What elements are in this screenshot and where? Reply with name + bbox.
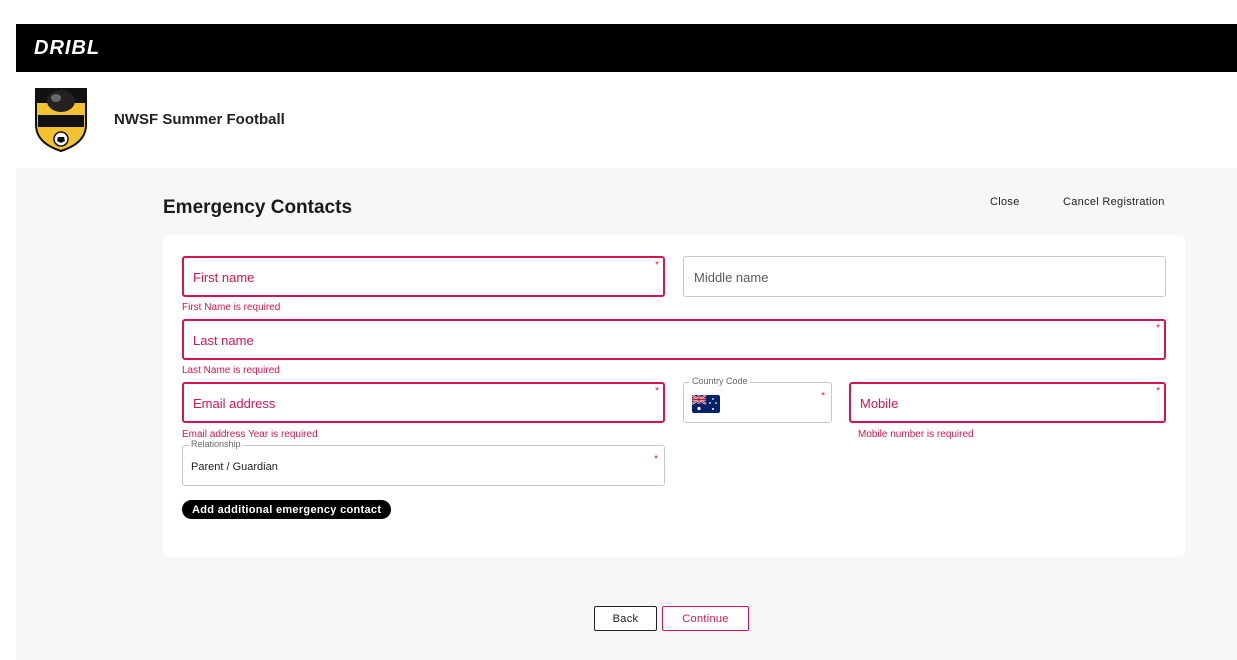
organisation-row: NWSF Summer Football [16, 72, 1237, 168]
dribl-logo[interactable]: DRIBL [34, 37, 100, 60]
page: DRIBL NWSF Summer Football Emergency Con… [0, 0, 1237, 660]
last-name-error: Last Name is required [182, 365, 280, 376]
add-emergency-contact-button[interactable]: Add additional emergency contact [182, 500, 392, 519]
country-code-select[interactable]: Country Code * [683, 376, 832, 423]
required-asterisk: * [655, 260, 659, 271]
close-link[interactable]: Close [990, 196, 1020, 208]
australia-flag-icon [692, 395, 720, 413]
first-name-label: First name [193, 270, 255, 285]
continue-button[interactable]: Continue [662, 606, 749, 631]
required-asterisk: * [654, 454, 658, 465]
country-code-legend: Country Code [690, 376, 750, 386]
mobile-error: Mobile number is required [858, 429, 974, 440]
email-address-label: Email address [193, 396, 276, 411]
relationship-value: Parent / Guardian [191, 461, 278, 473]
required-asterisk: * [1156, 323, 1160, 334]
middle-name-field[interactable]: Middle name [683, 256, 1166, 297]
page-title: Emergency Contacts [163, 197, 353, 218]
required-asterisk: * [821, 391, 825, 402]
required-asterisk: * [1156, 386, 1160, 397]
organisation-name: NWSF Summer Football [114, 111, 285, 128]
last-name-label: Last name [193, 333, 254, 348]
mobile-field[interactable]: Mobile * [849, 382, 1166, 423]
relationship-select[interactable]: Relationship Parent / Guardian * [182, 439, 665, 486]
relationship-legend: Relationship [189, 439, 243, 449]
middle-name-label: Middle name [694, 270, 769, 285]
email-address-field[interactable]: Email address * [182, 382, 665, 423]
emergency-contact-form-card: First name * First Name is required Midd… [163, 235, 1185, 557]
cancel-registration-link[interactable]: Cancel Registration [1063, 196, 1165, 208]
first-name-field[interactable]: First name * [182, 256, 665, 297]
top-header-bar: DRIBL [16, 24, 1237, 72]
mobile-label: Mobile [860, 396, 899, 411]
main-content: Emergency Contacts Close Cancel Registra… [16, 168, 1237, 660]
required-asterisk: * [655, 386, 659, 397]
back-button[interactable]: Back [594, 606, 657, 631]
first-name-error: First Name is required [182, 302, 281, 313]
club-crest-icon [35, 88, 87, 153]
last-name-field[interactable]: Last name * [182, 319, 1166, 360]
